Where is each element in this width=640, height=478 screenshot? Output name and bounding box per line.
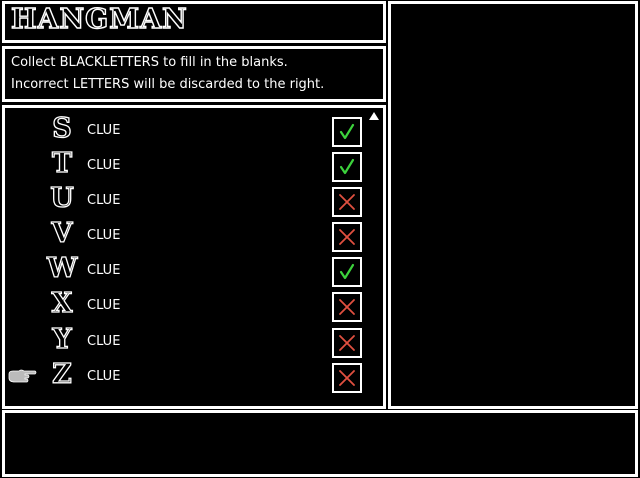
letter-row[interactable]: T CLUE	[5, 147, 383, 185]
clue-label: CLUE	[87, 228, 121, 243]
letter-list-panel: S CLUE T CLUE U CLUE V CLUE W CLUE X CLUE Y CLUE Z CLUE	[2, 105, 386, 409]
instruction-line-1: Collect BLACKLETTERS to fill in the blan…	[11, 55, 288, 70]
x-mark-icon	[339, 194, 355, 210]
status-box	[332, 222, 362, 252]
clue-label: CLUE	[87, 123, 121, 138]
clue-label: CLUE	[87, 369, 121, 384]
clue-label: CLUE	[87, 158, 121, 173]
blackletter-glyph: S	[52, 112, 73, 144]
letter-row[interactable]: Z CLUE	[5, 358, 383, 396]
discard-panel	[388, 1, 638, 409]
letter-row[interactable]: U CLUE	[5, 182, 383, 220]
clue-label: CLUE	[87, 193, 121, 208]
title-panel: HANGMAN	[2, 1, 386, 43]
status-box	[332, 152, 362, 182]
letter-row[interactable]: X CLUE	[5, 287, 383, 325]
x-mark-icon	[339, 370, 355, 386]
clue-label: CLUE	[87, 334, 121, 349]
clue-label: CLUE	[87, 298, 121, 313]
blackletter-glyph: X	[51, 287, 73, 319]
letter-row[interactable]: Y CLUE	[5, 323, 383, 361]
blackletter-glyph: U	[50, 182, 75, 214]
x-mark-icon	[339, 335, 355, 351]
instruction-line-2: Incorrect LETTERS will be discarded to t…	[11, 77, 325, 92]
status-box	[332, 187, 362, 217]
checkmark-icon	[339, 158, 355, 175]
status-box	[332, 363, 362, 393]
clue-label: CLUE	[87, 263, 121, 278]
instructions-panel: Collect BLACKLETTERS to fill in the blan…	[2, 46, 386, 102]
blackletter-glyph: T	[51, 147, 73, 179]
blackletter-glyph: Z	[51, 358, 72, 390]
game-title: HANGMAN	[10, 3, 188, 35]
status-box	[332, 257, 362, 287]
x-mark-icon	[339, 229, 355, 245]
letter-row[interactable]: V CLUE	[5, 217, 383, 255]
letter-row[interactable]: S CLUE	[5, 112, 383, 150]
pointing-hand-icon	[8, 369, 37, 383]
blackletter-glyph: W	[46, 252, 78, 284]
status-box	[332, 117, 362, 147]
checkmark-icon	[339, 263, 355, 280]
status-box	[332, 328, 362, 358]
blackletter-glyph: Y	[52, 323, 73, 355]
message-panel	[2, 410, 638, 477]
blackletter-glyph: V	[51, 217, 73, 249]
x-mark-icon	[339, 299, 355, 315]
letter-row[interactable]: W CLUE	[5, 252, 383, 290]
checkmark-icon	[339, 123, 355, 140]
status-box	[332, 292, 362, 322]
